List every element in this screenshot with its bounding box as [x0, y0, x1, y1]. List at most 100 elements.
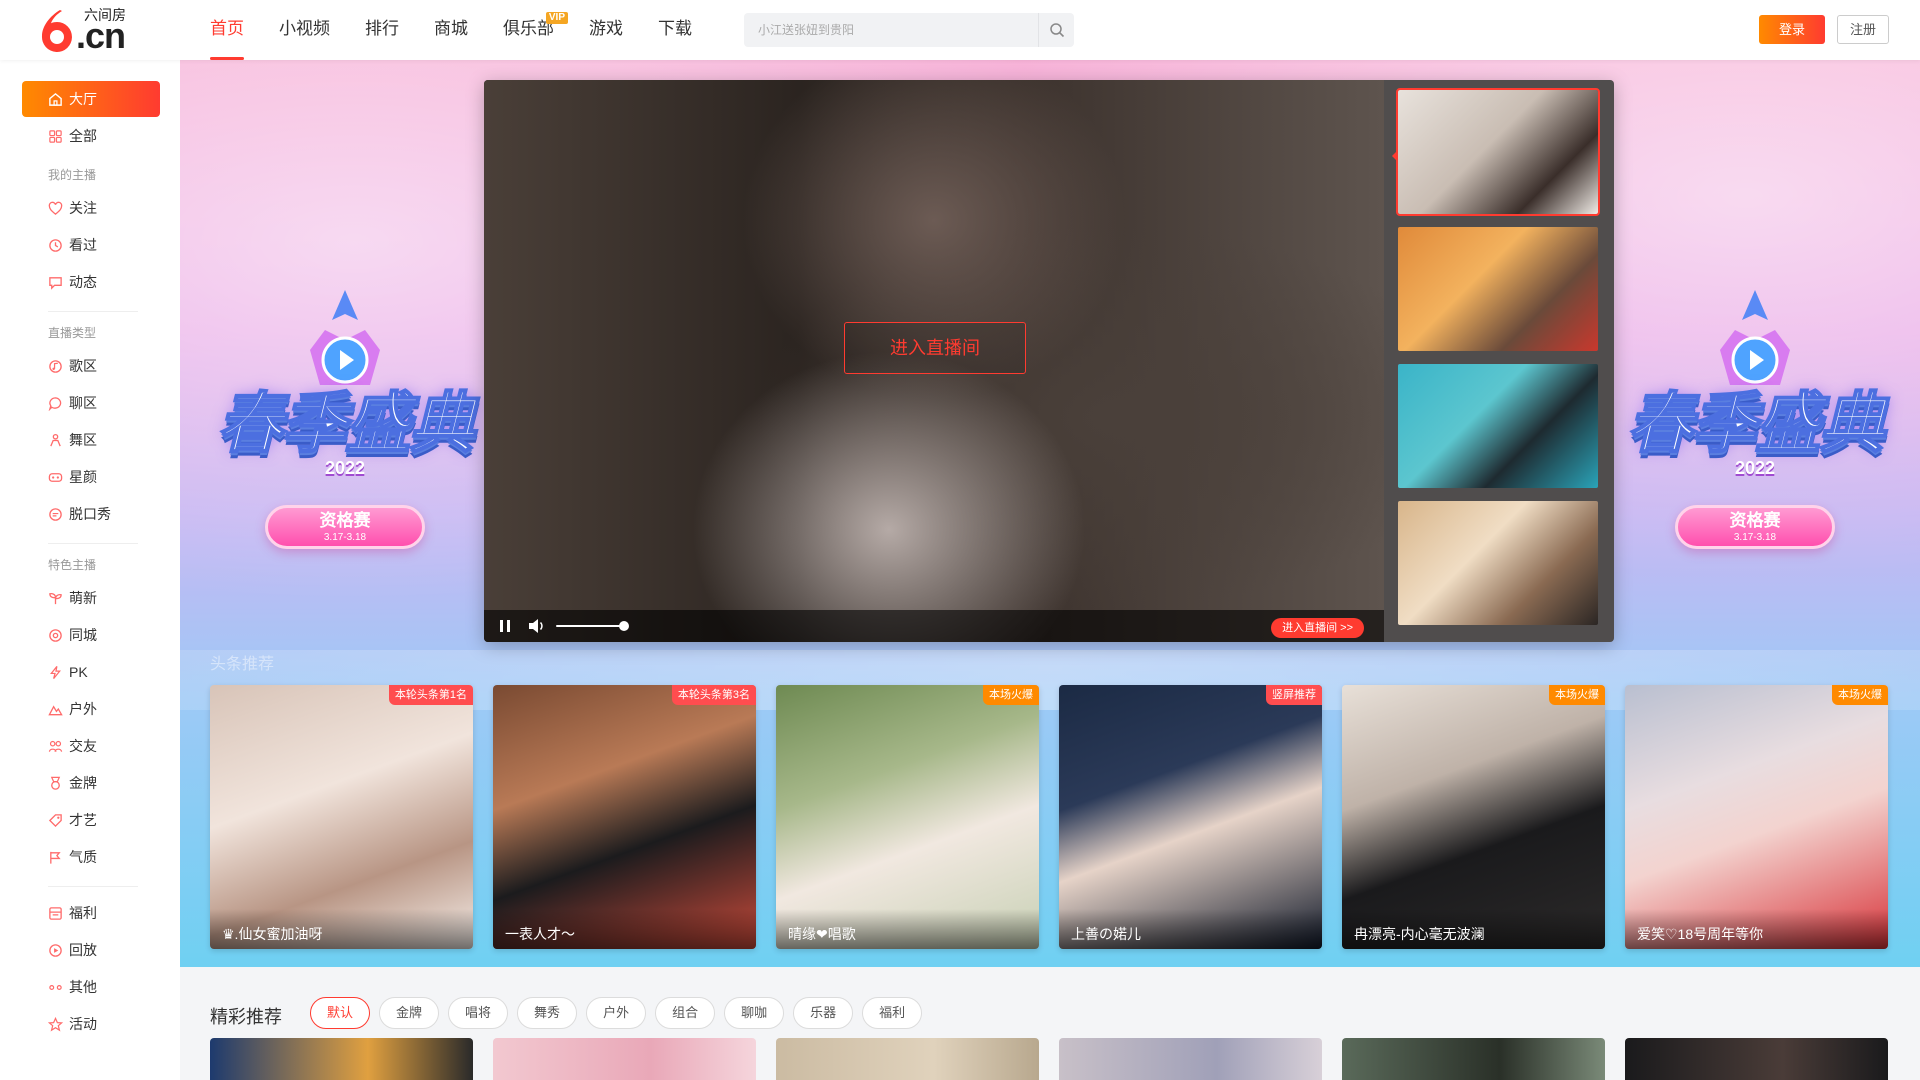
search-button[interactable]: [1038, 13, 1074, 47]
friends-icon: [48, 740, 63, 752]
sidebar-item-sing[interactable]: 歌区: [22, 348, 160, 384]
filter-group[interactable]: 组合: [655, 997, 716, 1029]
nav-short-video[interactable]: 小视频: [279, 0, 330, 60]
festival-banner-right[interactable]: 春季盛典 2022 资格赛 3.17-3.18: [1620, 290, 1890, 580]
filter-welfare[interactable]: 福利: [862, 997, 923, 1029]
six-logo-icon: [41, 10, 72, 52]
filter-dance[interactable]: 舞秀: [517, 997, 578, 1029]
sidebar-item-follow[interactable]: 关注: [22, 190, 160, 226]
festival-qualifier-pill: 资格赛 3.17-3.18: [265, 505, 425, 549]
register-button[interactable]: 注册: [1837, 15, 1889, 44]
anchor-card[interactable]: 本场火爆 冉漂亮-内心毫无波澜: [1342, 685, 1605, 949]
gift-icon: [49, 906, 62, 920]
sidebar-item-outdoor[interactable]: 户外: [22, 691, 160, 727]
search-box: [744, 13, 1074, 47]
nav-ranking[interactable]: 排行: [365, 0, 399, 60]
anchor-card[interactable]: 本场火爆 晴缘❤唱歌: [776, 685, 1039, 949]
nav-games[interactable]: 游戏: [589, 0, 623, 60]
sidebar-item-temperament[interactable]: 气质: [22, 839, 160, 875]
recommend-card[interactable]: [1342, 1038, 1605, 1080]
nav-mall[interactable]: 商城: [434, 0, 468, 60]
anchor-name: 晴缘❤唱歌: [776, 909, 1039, 949]
anchor-name: ♛.仙女蜜加油呀: [210, 909, 473, 949]
hero-banner: 春季盛典 2022 资格赛 3.17-3.18 春季盛典 2022 资格赛 3.…: [180, 60, 1920, 967]
top-header: 六间房 .cn 首页 小视频 排行 商城 俱乐部VIP 游戏 下载 登录 注册: [0, 0, 1920, 60]
volume-slider-knob[interactable]: [619, 621, 629, 631]
volume-slider-track[interactable]: [556, 625, 624, 627]
location-icon: [49, 628, 62, 642]
sprout-icon: [49, 592, 62, 604]
flag-icon: [50, 851, 61, 864]
site-logo[interactable]: 六间房 .cn: [38, 6, 138, 54]
sidebar-item-chat[interactable]: 聊区: [22, 385, 160, 421]
recommend-card[interactable]: [1625, 1038, 1888, 1080]
filter-outdoor[interactable]: 户外: [586, 997, 647, 1029]
sidebar-item-local[interactable]: 同城: [22, 617, 160, 653]
anchor-thumbnail[interactable]: [1396, 88, 1600, 216]
nav-home[interactable]: 首页: [210, 0, 244, 60]
sidebar-item-gold[interactable]: 金牌: [22, 765, 160, 801]
nav-club[interactable]: 俱乐部 VIP: [503, 0, 568, 60]
nav-download[interactable]: 下载: [658, 0, 692, 60]
sidebar-item-events[interactable]: 活动: [22, 1006, 160, 1042]
filter-chat[interactable]: 聊咖: [724, 997, 785, 1029]
recommend-card-row: [210, 1038, 1890, 1080]
recommend-card[interactable]: [776, 1038, 1039, 1080]
sidebar-item-talent[interactable]: 才艺: [22, 802, 160, 838]
main-nav: 首页 小视频 排行 商城 俱乐部 VIP 游戏 下载: [210, 0, 727, 60]
enter-live-room-small-button[interactable]: 进入直播间 >>: [1271, 618, 1364, 638]
anchor-card[interactable]: 本轮头条第1名 ♛.仙女蜜加油呀: [210, 685, 473, 949]
anchor-card[interactable]: 本轮头条第3名 一表人才～: [493, 685, 756, 949]
anchor-thumbnail[interactable]: [1398, 227, 1598, 351]
filter-singer[interactable]: 唱将: [448, 997, 509, 1029]
sidebar-item-talkshow[interactable]: 脱口秀: [22, 496, 160, 532]
anchor-thumbnail[interactable]: [1398, 501, 1598, 625]
anchor-thumbnail[interactable]: [1398, 364, 1598, 488]
heart-icon: [48, 201, 63, 215]
sidebar-item-newbie[interactable]: 萌新: [22, 580, 160, 616]
volume-icon[interactable]: [528, 618, 546, 634]
sidebar-item-welfare[interactable]: 福利: [22, 895, 160, 931]
anchor-card[interactable]: 本场火爆 爱笑♡18号周年等你: [1625, 685, 1888, 949]
festival-qualifier-pill: 资格赛 3.17-3.18: [1675, 505, 1835, 549]
talk-icon: [49, 507, 62, 521]
anchor-name: 冉漂亮-内心毫无波澜: [1342, 909, 1605, 949]
festival-year: 2022: [324, 458, 366, 478]
dance-icon: [50, 433, 61, 446]
filter-gold[interactable]: 金牌: [379, 997, 440, 1029]
recommend-card[interactable]: [210, 1038, 473, 1080]
festival-title: 春季盛典: [1626, 385, 1886, 461]
recommend-card[interactable]: [493, 1038, 756, 1080]
anchor-name: 上善の婼儿: [1059, 909, 1322, 949]
sidebar-item-feed[interactable]: 动态: [22, 264, 160, 300]
anchor-card[interactable]: 竖屏推荐 上善の婼儿: [1059, 685, 1322, 949]
replay-icon: [49, 943, 62, 957]
sidebar-item-hall[interactable]: 大厅: [22, 81, 160, 117]
video-stream[interactable]: 进入直播间: [484, 80, 1384, 642]
sidebar-item-replay[interactable]: 回放: [22, 932, 160, 968]
recommend-section-title: 精彩推荐: [210, 1007, 282, 1027]
filter-default[interactable]: 默认: [310, 997, 371, 1029]
pause-icon[interactable]: [498, 619, 512, 633]
sidebar-divider: [48, 543, 138, 544]
sidebar-item-pk[interactable]: PK: [22, 654, 160, 690]
filter-instrument[interactable]: 乐器: [793, 997, 854, 1029]
sidebar-item-friends[interactable]: 交友: [22, 728, 160, 764]
more-icon: [49, 984, 62, 990]
lightning-icon: [50, 665, 61, 679]
sidebar-item-dance[interactable]: 舞区: [22, 422, 160, 458]
festival-title: 春季盛典: [216, 385, 476, 461]
medal-icon: [50, 776, 61, 790]
sidebar-item-other[interactable]: 其他: [22, 969, 160, 1005]
anchor-name: 爱笑♡18号周年等你: [1625, 909, 1888, 949]
sidebar-item-watched[interactable]: 看过: [22, 227, 160, 263]
vip-badge: VIP: [545, 12, 568, 24]
sidebar-item-beauty[interactable]: 星颜: [22, 459, 160, 495]
grid-icon: [49, 129, 62, 143]
search-input[interactable]: [744, 13, 1039, 47]
sidebar-item-all[interactable]: 全部: [22, 118, 160, 154]
login-button[interactable]: 登录: [1759, 15, 1825, 44]
recommend-card[interactable]: [1059, 1038, 1322, 1080]
festival-banner-left[interactable]: 春季盛典 2022 资格赛 3.17-3.18: [210, 290, 480, 580]
enter-live-room-button[interactable]: 进入直播间: [844, 322, 1026, 374]
